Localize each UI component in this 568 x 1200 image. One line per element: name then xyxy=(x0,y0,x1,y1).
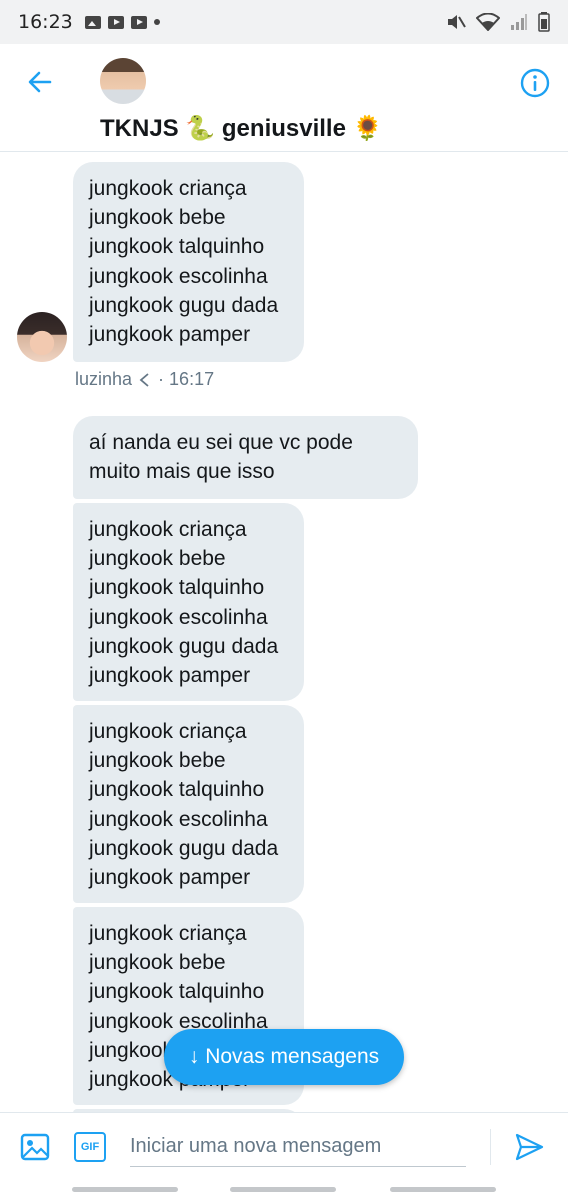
message-line: jungkook escolinha xyxy=(89,807,268,831)
message-line: jungkook criança xyxy=(89,922,247,945)
message-line: jungkook pamper xyxy=(89,323,251,347)
composer-divider xyxy=(490,1129,491,1165)
image-icon[interactable] xyxy=(20,1133,50,1161)
mute-icon xyxy=(448,15,466,29)
signal-icon xyxy=(511,14,527,30)
send-icon[interactable] xyxy=(513,1131,545,1163)
message-line: jungkook talquinho xyxy=(89,778,265,802)
message-input[interactable] xyxy=(130,1127,466,1167)
nav-recents-handle[interactable] xyxy=(72,1187,178,1192)
message-line: jungkook escolinha xyxy=(89,264,268,288)
message-line: jungkook escolinha xyxy=(89,605,268,629)
message-bubble[interactable]: aí nanda eu sei que vc pode muito mais q… xyxy=(73,416,418,499)
message-bubble[interactable]: jungkook criança jungkook bebe jungkook … xyxy=(73,705,304,903)
message-line: jungkook criança xyxy=(89,518,247,541)
dot-icon xyxy=(153,19,160,25)
message-bubble[interactable]: jungkook criança jungkook bebe jungkook … xyxy=(73,162,304,362)
message-line: jungkook bebe xyxy=(89,547,226,571)
new-messages-label: ↓ Novas mensagens xyxy=(188,1045,380,1068)
conversation-avatar[interactable] xyxy=(100,58,146,104)
status-bar: 16:23 xyxy=(0,0,568,44)
nav-home-handle[interactable] xyxy=(230,1187,336,1192)
message-line: jungkook talquinho xyxy=(89,235,265,259)
message-line: aí nanda eu sei que vc pode xyxy=(89,431,353,454)
message-bubble[interactable]: jungkook criança jungkook bebe jungkook … xyxy=(73,503,304,701)
message-line: jungkook gugu dada xyxy=(89,634,279,658)
chevron-left-icon xyxy=(139,372,149,387)
wifi-icon xyxy=(476,13,500,31)
message-line: jungkook bebe xyxy=(89,206,226,230)
message-line: jungkook pamper xyxy=(89,664,251,688)
message-time: · 16:17 xyxy=(158,369,215,389)
battery-icon xyxy=(538,12,550,32)
message-line: jungkook criança xyxy=(89,720,247,743)
sender-name: luzinha xyxy=(75,369,133,389)
conversation-title[interactable]: TKNJS 🐍 geniusville 🌻 xyxy=(100,114,383,143)
status-notification-icons xyxy=(84,15,160,29)
status-system-icons xyxy=(446,12,550,32)
message-line: jungkook talquinho xyxy=(89,576,265,600)
new-messages-button[interactable]: ↓ Novas mensagens xyxy=(164,1029,404,1085)
message-line: jungkook talquinho xyxy=(89,980,265,1004)
message-meta: luzinha · 16:17 xyxy=(75,369,214,390)
conversation-title-text: TKNJS 🐍 geniusville 🌻 xyxy=(100,115,383,142)
message-line: jungkook pamper xyxy=(89,866,251,890)
message-list[interactable]: jungkook criança jungkook bebe jungkook … xyxy=(0,152,568,1112)
youtube-icon xyxy=(107,15,124,29)
message-line: jungkook gugu dada xyxy=(89,293,279,317)
message-composer: GIF xyxy=(0,1112,568,1178)
status-time: 16:23 xyxy=(18,11,73,33)
message-line: jungkook gugu dada xyxy=(89,836,279,860)
message-line: muito mais que isso xyxy=(89,460,275,484)
nav-back-handle[interactable] xyxy=(390,1187,496,1192)
youtube-icon xyxy=(130,15,147,29)
gif-label: GIF xyxy=(80,1141,100,1153)
gif-button[interactable]: GIF xyxy=(74,1132,106,1162)
image-icon xyxy=(84,15,101,29)
message-line: jungkook bebe xyxy=(89,749,226,773)
back-arrow-icon[interactable] xyxy=(24,66,56,98)
sender-avatar[interactable] xyxy=(17,312,67,362)
message-line: jungkook bebe xyxy=(89,951,226,975)
message-line: jungkook criança xyxy=(89,177,247,200)
conversation-header: TKNJS 🐍 geniusville 🌻 xyxy=(0,44,568,152)
info-icon[interactable] xyxy=(519,67,551,99)
system-nav-bar xyxy=(0,1178,568,1200)
